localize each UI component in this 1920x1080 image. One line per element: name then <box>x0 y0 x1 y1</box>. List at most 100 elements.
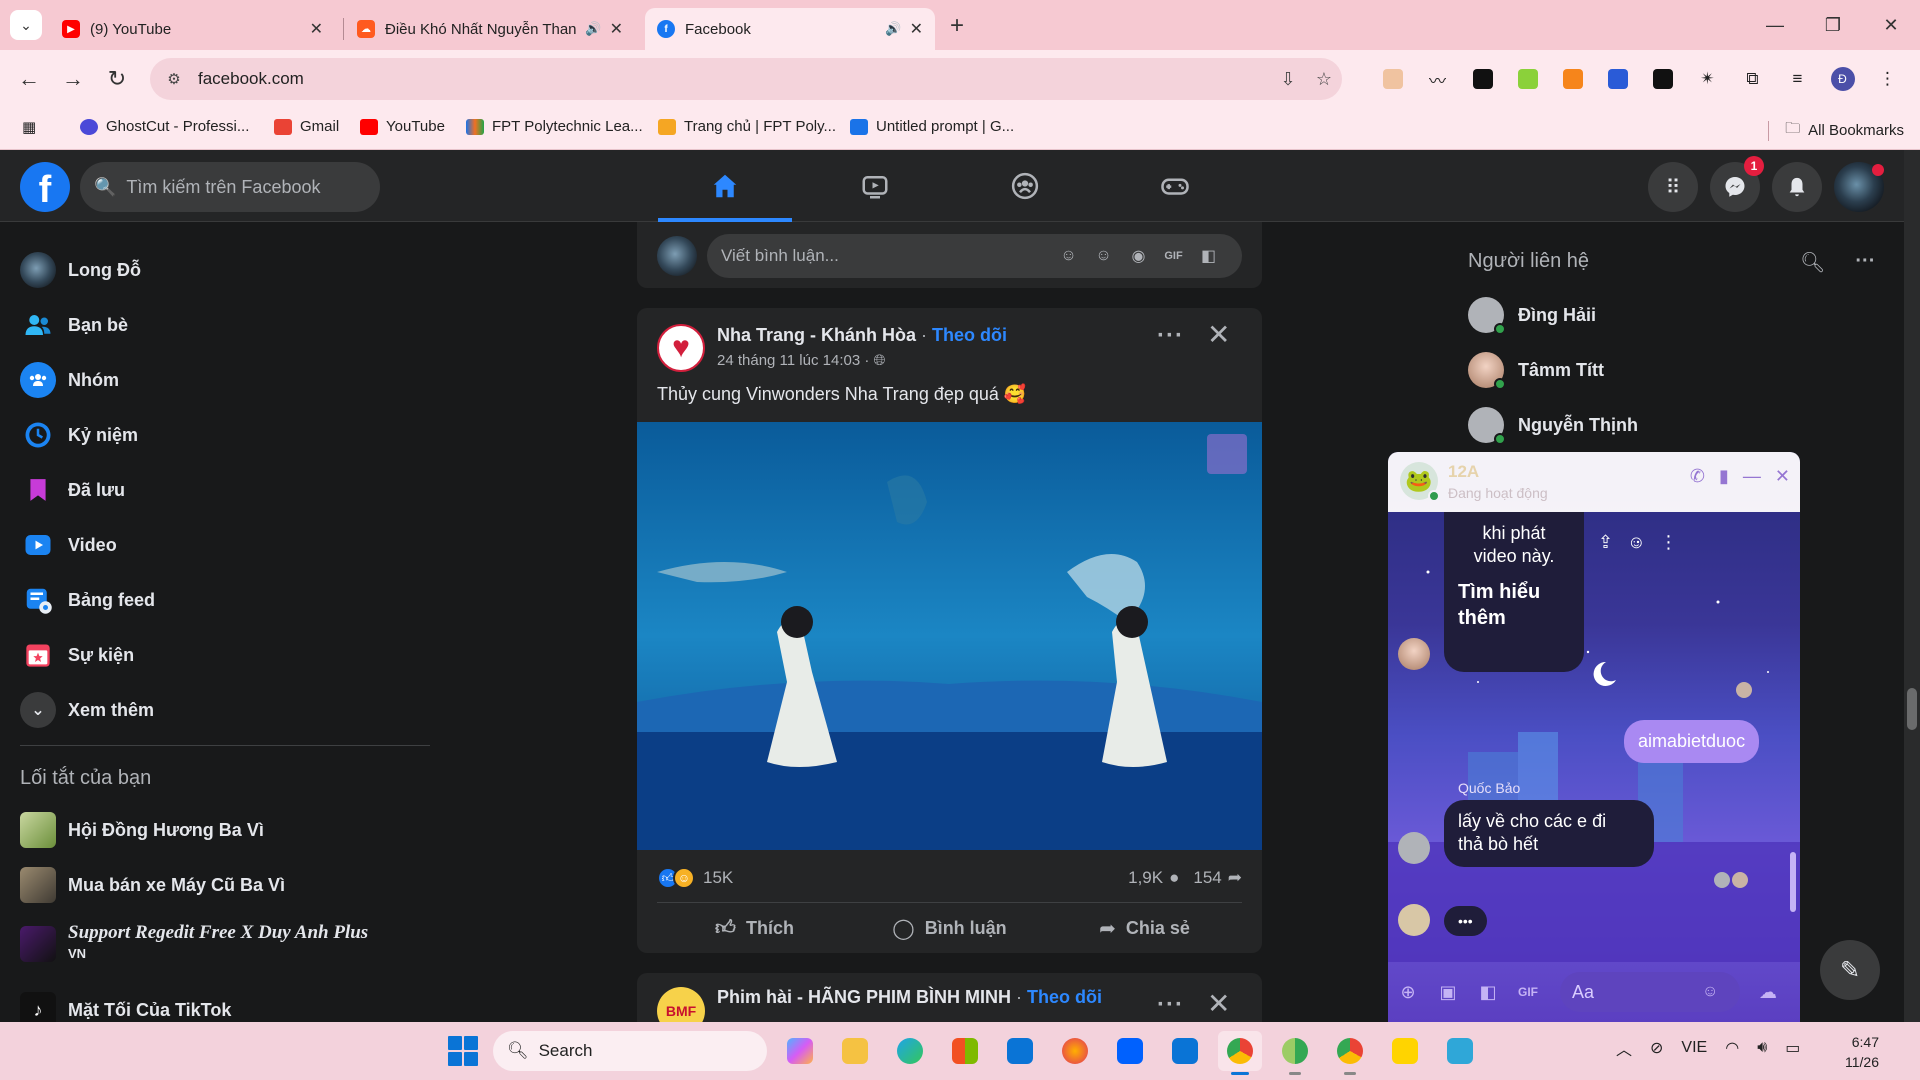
messenger-button[interactable]: 1 <box>1710 156 1764 212</box>
battery-icon[interactable]: ▭ <box>1785 1038 1800 1058</box>
gif-icon[interactable]: GIF <box>1508 985 1548 999</box>
forward-icon[interactable]: → <box>58 64 88 94</box>
sticker-icon[interactable]: ◧ <box>1191 246 1226 266</box>
sidebar-item-feeds[interactable]: Bảng feed <box>20 582 155 618</box>
edge-icon[interactable] <box>888 1031 932 1071</box>
microsoft-store-icon[interactable] <box>943 1031 987 1071</box>
copilot-icon[interactable] <box>778 1031 822 1071</box>
sidebar-item-friends[interactable]: Bạn bè <box>20 307 128 343</box>
back-icon[interactable]: ← <box>14 64 44 94</box>
shortcut-item[interactable]: Support Regedit Free X Duy Anh Plus VN <box>20 922 368 962</box>
browser-menu-icon[interactable]: ⋮ <box>1865 66 1910 92</box>
notepad-icon[interactable] <box>1438 1031 1482 1071</box>
post-close-icon[interactable]: ✕ <box>1207 987 1230 1020</box>
extension-1-icon[interactable] <box>1370 66 1415 92</box>
media-control-icon[interactable]: ≡ <box>1775 66 1820 92</box>
sender-avatar[interactable] <box>1398 638 1430 670</box>
site-info-icon[interactable]: ⚙ <box>160 65 188 93</box>
vscode-icon[interactable] <box>998 1031 1042 1071</box>
sidebar-item-groups[interactable]: Nhóm <box>20 362 119 398</box>
extension-2-icon[interactable]: 〰 <box>1415 66 1460 92</box>
shield-app-icon[interactable] <box>1163 1031 1207 1071</box>
extension-6-icon[interactable] <box>1595 66 1640 92</box>
sidebar-item-events[interactable]: Sự kiện <box>20 637 134 673</box>
comment-count[interactable]: 1,9K <box>1128 868 1163 888</box>
nav-video-tab[interactable] <box>800 150 950 222</box>
gif-icon[interactable]: GIF <box>1156 250 1191 262</box>
new-message-button[interactable]: ✎ <box>1820 940 1880 1000</box>
post-photo[interactable] <box>637 422 1262 850</box>
shortcut-item[interactable]: Hội Đồng Hương Ba Vì <box>20 812 264 848</box>
sidebar-item-video[interactable]: Video <box>20 527 117 563</box>
shortcut-item[interactable]: Mua bán xe Máy Cũ Ba Vì <box>20 867 285 903</box>
follow-link[interactable]: Theo dõi <box>932 325 1007 345</box>
bookmark-gmail[interactable]: Gmail <box>274 118 339 135</box>
extension-3-icon[interactable] <box>1460 66 1505 92</box>
bookmark-youtube[interactable]: YouTube <box>360 118 445 135</box>
sidebar-item-see-more[interactable]: ⌄ Xem thêm <box>20 692 154 728</box>
contact-item[interactable]: Tâmm Títt <box>1468 352 1604 390</box>
avatar-sticker-icon[interactable]: ☺ <box>1051 247 1086 265</box>
share-message-icon[interactable]: ⇪ <box>1598 532 1613 553</box>
sticker-icon[interactable]: ◧ <box>1468 982 1508 1003</box>
page-scrollbar[interactable] <box>1904 150 1920 1022</box>
nav-home-tab[interactable] <box>650 150 800 222</box>
post-close-icon[interactable]: ✕ <box>1207 318 1230 351</box>
contact-item[interactable]: Nguyễn Thịnh <box>1468 407 1638 445</box>
bookmark-star-icon[interactable]: ☆ <box>1306 69 1342 90</box>
extra-app-icon[interactable] <box>1383 1031 1427 1071</box>
comment-button[interactable]: ◯ Bình luận <box>852 908 1047 948</box>
sidebar-item-profile[interactable]: Long Đỗ <box>20 252 141 288</box>
all-bookmarks-button[interactable]: 🗀 All Bookmarks <box>1768 118 1904 143</box>
close-window-icon[interactable]: ✕ <box>1862 0 1920 50</box>
file-explorer-icon[interactable] <box>833 1031 877 1071</box>
account-avatar[interactable] <box>1834 162 1884 212</box>
chat-group-avatar[interactable]: 🐸 <box>1400 462 1440 502</box>
wifi-icon[interactable]: ◠ <box>1725 1038 1739 1058</box>
emoji-icon[interactable]: ☺ <box>1702 983 1718 1001</box>
sidebar-item-saved[interactable]: Đã lưu <box>20 472 125 508</box>
reload-icon[interactable]: ↻ <box>102 64 132 94</box>
firefox-icon[interactable] <box>1053 1031 1097 1071</box>
minimize-chat-icon[interactable]: — <box>1743 466 1761 487</box>
url-text[interactable]: facebook.com <box>198 69 1270 89</box>
post-more-icon[interactable]: ··· <box>1157 991 1184 1019</box>
audio-playing-icon[interactable]: 🔊 <box>585 21 601 37</box>
photo-icon[interactable]: ▣ <box>1428 982 1468 1003</box>
tab-facebook[interactable]: f Facebook 🔊 ✕ <box>645 8 935 50</box>
post-time[interactable]: 24 tháng 11 lúc 14:03 <box>717 352 860 369</box>
react-emoji-icon[interactable]: ☺ <box>1627 532 1645 553</box>
tab-soundcloud[interactable]: ☁ Điều Khó Nhất Nguyễn Thanh 🔊 ✕ <box>345 8 635 50</box>
tab-youtube[interactable]: ▶ (9) YouTube ✕ <box>50 8 335 50</box>
chat-input-wrapper[interactable]: ☺ <box>1560 972 1740 1012</box>
learn-more-link[interactable]: Tìm hiểu thêm <box>1458 579 1570 631</box>
tab-search-button[interactable]: ⌄ <box>10 10 42 40</box>
apps-grid-icon[interactable]: ▦ <box>22 118 36 136</box>
post-author[interactable]: Phim hài - HÃNG PHIM BÌNH MINH <box>717 987 1011 1007</box>
like-send-icon[interactable]: ☁ <box>1748 982 1788 1003</box>
share-count[interactable]: 154 <box>1193 868 1221 888</box>
network-off-icon[interactable]: ⊘ <box>1650 1038 1663 1058</box>
more-options-icon[interactable]: ··· <box>1855 250 1875 275</box>
extension-8-icon[interactable]: ✴ <box>1685 66 1730 92</box>
more-icon[interactable]: ⋮ <box>1659 532 1677 553</box>
comment-input[interactable] <box>721 246 1051 266</box>
share-button[interactable]: ➦ Chia sẻ <box>1047 908 1242 948</box>
close-tab-icon[interactable]: ✕ <box>610 19 623 39</box>
chat-title[interactable]: 12A <box>1448 462 1479 482</box>
restore-icon[interactable]: ❐ <box>1804 0 1862 50</box>
chrome-profile-3-icon[interactable] <box>1328 1031 1372 1075</box>
chevron-up-icon[interactable]: ︿ <box>1616 1036 1632 1060</box>
audio-playing-icon[interactable]: 🔊 <box>885 21 901 37</box>
post-more-icon[interactable]: ··· <box>1157 322 1184 350</box>
close-chat-icon[interactable]: ✕ <box>1775 466 1790 487</box>
dropbox-icon[interactable] <box>1108 1031 1152 1071</box>
sidebar-item-memories[interactable]: Kỷ niệm <box>20 417 138 453</box>
post-author[interactable]: Nha Trang - Khánh Hòa <box>717 325 916 345</box>
nav-gaming-tab[interactable] <box>1100 150 1250 222</box>
sender-avatar[interactable] <box>1398 832 1430 864</box>
address-bar[interactable]: ⚙ facebook.com ⇩ ☆ <box>150 58 1342 100</box>
extensions-puzzle-icon[interactable]: ⧉ <box>1730 66 1775 92</box>
page-avatar[interactable]: ♥ <box>657 324 705 372</box>
taskbar-clock[interactable]: 6:47 11/26 <box>1845 1033 1879 1072</box>
